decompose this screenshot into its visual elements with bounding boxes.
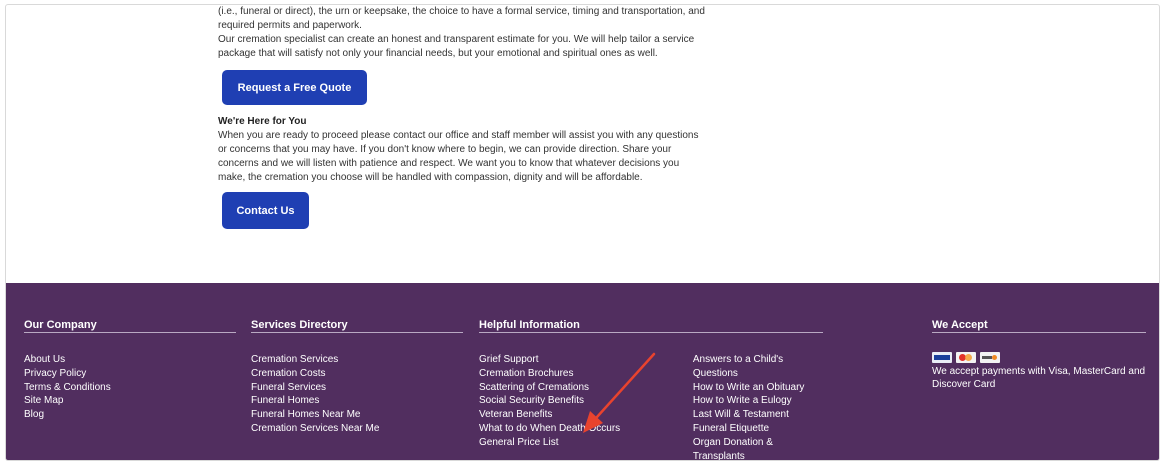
text-line: required permits and paperwork. xyxy=(218,20,362,31)
footer-link-list: Cremation Services Cremation Costs Funer… xyxy=(251,353,463,436)
footer-link-child-questions[interactable]: Answers to a Child's Questions xyxy=(693,353,823,381)
footer-link-list: Answers to a Child's Questions How to Wr… xyxy=(693,353,823,460)
request-quote-button[interactable]: Request a Free Quote xyxy=(222,70,367,105)
footer-link-eulogy[interactable]: How to Write a Eulogy xyxy=(693,394,823,408)
footer-col-helpful: Helpful Information Grief Support Cremat… xyxy=(479,319,823,460)
footer-link-veteran-benefits[interactable]: Veteran Benefits xyxy=(479,408,693,422)
payment-cards xyxy=(932,352,1146,363)
footer-col-title: Our Company xyxy=(24,319,236,333)
footer-link-funeral-homes[interactable]: Funeral Homes xyxy=(251,394,463,408)
footer-col-title: Helpful Information xyxy=(479,319,823,333)
footer-link-funeral-services[interactable]: Funeral Services xyxy=(251,381,463,395)
footer-link-scattering[interactable]: Scattering of Cremations xyxy=(479,381,693,395)
footer-link-general-price-list[interactable]: General Price List xyxy=(479,436,693,450)
footer-link-last-will[interactable]: Last Will & Testament xyxy=(693,408,823,422)
footer-link-blog[interactable]: Blog xyxy=(24,408,236,422)
footer-helpful-lists: Grief Support Cremation Brochures Scatte… xyxy=(479,353,823,460)
text-line: package that will satisfy not only your … xyxy=(218,48,658,59)
footer-col-services: Services Directory Cremation Services Cr… xyxy=(251,319,463,436)
footer-link-list: Grief Support Cremation Brochures Scatte… xyxy=(479,353,693,460)
here-for-you-section: We're Here for You When you are ready to… xyxy=(218,115,738,185)
section-heading: We're Here for You xyxy=(218,116,307,127)
text-line: concerns and we will listen with patienc… xyxy=(218,158,680,169)
footer-link-grief-support[interactable]: Grief Support xyxy=(479,353,693,367)
footer-link-obituary[interactable]: How to Write an Obituary xyxy=(693,381,823,395)
text-line: Discover Card xyxy=(932,379,996,390)
text-line: or concerns that you may have. If you do… xyxy=(218,144,672,155)
footer-link-privacy-policy[interactable]: Privacy Policy xyxy=(24,367,236,381)
page-frame: (i.e., funeral or direct), the urn or ke… xyxy=(5,4,1160,461)
text-line: We accept payments with Visa, MasterCard… xyxy=(932,366,1146,377)
visa-card-icon xyxy=(932,352,952,363)
text-line: make, the cremation you choose will be h… xyxy=(218,172,643,183)
footer-link-funeral-homes-near-me[interactable]: Funeral Homes Near Me xyxy=(251,408,463,422)
paragraph-permits: (i.e., funeral or direct), the urn or ke… xyxy=(218,5,738,61)
footer-col-company: Our Company About Us Privacy Policy Term… xyxy=(24,319,236,422)
footer-link-cremation-services-near-me[interactable]: Cremation Services Near Me xyxy=(251,422,463,436)
text-line: When you are ready to proceed please con… xyxy=(218,130,699,141)
contact-us-button[interactable]: Contact Us xyxy=(222,192,309,229)
text-line: (i.e., funeral or direct), the urn or ke… xyxy=(218,6,705,17)
footer-link-site-map[interactable]: Site Map xyxy=(24,394,236,408)
accept-payments-text: We accept payments with Visa, MasterCard… xyxy=(932,365,1146,391)
mastercard-icon xyxy=(956,352,976,363)
footer-link-cremation-costs[interactable]: Cremation Costs xyxy=(251,367,463,381)
footer-link-organ-donation[interactable]: Organ Donation & Transplants xyxy=(693,436,823,460)
footer-col-accept: We Accept We accept payments with Visa, … xyxy=(932,319,1146,391)
site-footer: Our Company About Us Privacy Policy Term… xyxy=(6,283,1159,460)
footer-link-death-occurs[interactable]: What to do When Death Occurs xyxy=(479,422,693,436)
footer-col-title: We Accept xyxy=(932,319,1146,333)
footer-link-about-us[interactable]: About Us xyxy=(24,353,236,367)
footer-link-cremation-services[interactable]: Cremation Services xyxy=(251,353,463,367)
footer-link-list: About Us Privacy Policy Terms & Conditio… xyxy=(24,353,236,422)
footer-col-title: Services Directory xyxy=(251,319,463,333)
discover-card-icon xyxy=(980,352,1000,363)
footer-link-terms[interactable]: Terms & Conditions xyxy=(24,381,236,395)
footer-link-funeral-etiquette[interactable]: Funeral Etiquette xyxy=(693,422,823,436)
text-line: Our cremation specialist can create an h… xyxy=(218,34,695,45)
footer-link-cremation-brochures[interactable]: Cremation Brochures xyxy=(479,367,693,381)
footer-link-social-security[interactable]: Social Security Benefits xyxy=(479,394,693,408)
